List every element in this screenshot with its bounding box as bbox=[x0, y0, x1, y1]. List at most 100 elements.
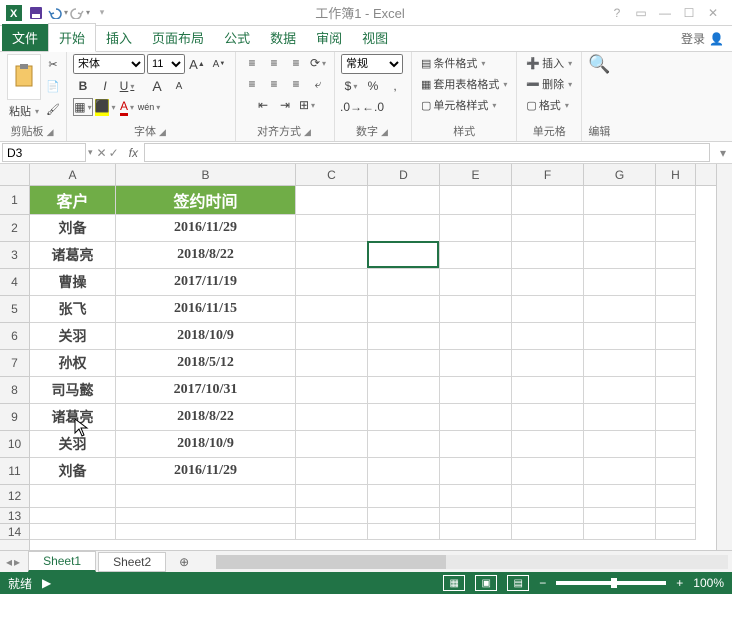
cell-A6[interactable]: 关羽 bbox=[30, 323, 116, 350]
row-header-11[interactable]: 11 bbox=[0, 458, 29, 485]
cancel-formula-icon[interactable]: ✕ bbox=[97, 146, 107, 160]
help-icon[interactable]: ? bbox=[608, 6, 626, 20]
grid-body[interactable]: 客户签约时间刘备2016/11/29诸葛亮2018/8/22曹操2017/11/… bbox=[30, 186, 716, 550]
cell-B1[interactable]: 签约时间 bbox=[116, 186, 296, 215]
cell-G10[interactable] bbox=[584, 431, 656, 458]
zoom-slider[interactable] bbox=[556, 581, 666, 585]
cell-B4[interactable]: 2017/11/19 bbox=[116, 269, 296, 296]
macro-record-icon[interactable]: ▶ bbox=[42, 576, 51, 590]
cell-A1[interactable]: 客户 bbox=[30, 186, 116, 215]
name-box[interactable] bbox=[2, 143, 86, 162]
cell-F3[interactable] bbox=[512, 242, 584, 269]
cell-B9[interactable]: 2018/8/22 bbox=[116, 404, 296, 431]
maximize-icon[interactable]: ☐ bbox=[680, 6, 698, 20]
cell-H14[interactable] bbox=[656, 524, 696, 540]
cell-H1[interactable] bbox=[656, 186, 696, 215]
cell-H8[interactable] bbox=[656, 377, 696, 404]
cell-E13[interactable] bbox=[440, 508, 512, 524]
cell-E1[interactable] bbox=[440, 186, 512, 215]
cell-D13[interactable] bbox=[368, 508, 440, 524]
cell-E5[interactable] bbox=[440, 296, 512, 323]
cell-E11[interactable] bbox=[440, 458, 512, 485]
fill-color-button[interactable]: ⬛ bbox=[95, 98, 115, 116]
col-header-B[interactable]: B bbox=[116, 164, 296, 185]
cell-E7[interactable] bbox=[440, 350, 512, 377]
cell-G4[interactable] bbox=[584, 269, 656, 296]
shrink-font-icon[interactable]: A▼ bbox=[209, 55, 229, 73]
cell-C3[interactable] bbox=[296, 242, 368, 269]
undo-icon[interactable] bbox=[48, 3, 68, 23]
cell-C5[interactable] bbox=[296, 296, 368, 323]
formula-bar[interactable] bbox=[144, 143, 710, 162]
cell-D11[interactable] bbox=[368, 458, 440, 485]
col-header-F[interactable]: F bbox=[512, 164, 584, 185]
cell-D14[interactable] bbox=[368, 524, 440, 540]
decrease-decimal-icon[interactable]: ←.0 bbox=[363, 98, 383, 116]
horizontal-scrollbar[interactable] bbox=[216, 555, 728, 569]
tab-layout[interactable]: 页面布局 bbox=[142, 24, 214, 51]
cell-D6[interactable] bbox=[368, 323, 440, 350]
cell-E3[interactable] bbox=[440, 242, 512, 269]
tab-review[interactable]: 审阅 bbox=[306, 24, 352, 51]
cell-A3[interactable]: 诸葛亮 bbox=[30, 242, 116, 269]
row-header-8[interactable]: 8 bbox=[0, 377, 29, 404]
align-middle-icon[interactable]: ≡ bbox=[264, 54, 284, 72]
sheet-nav-next-icon[interactable]: ▸ bbox=[14, 555, 20, 569]
decrease-indent-icon[interactable]: ⇤ bbox=[253, 96, 273, 114]
cell-B12[interactable] bbox=[116, 485, 296, 508]
cell-B11[interactable]: 2016/11/29 bbox=[116, 458, 296, 485]
cell-A4[interactable]: 曹操 bbox=[30, 269, 116, 296]
cell-A11[interactable]: 刘备 bbox=[30, 458, 116, 485]
phonetic-button[interactable]: wén bbox=[139, 98, 159, 116]
cell-B3[interactable]: 2018/8/22 bbox=[116, 242, 296, 269]
row-header-12[interactable]: 12 bbox=[0, 485, 29, 508]
cell-D9[interactable] bbox=[368, 404, 440, 431]
cell-A8[interactable]: 司马懿 bbox=[30, 377, 116, 404]
cell-E8[interactable] bbox=[440, 377, 512, 404]
cell-E9[interactable] bbox=[440, 404, 512, 431]
cell-C1[interactable] bbox=[296, 186, 368, 215]
cell-G2[interactable] bbox=[584, 215, 656, 242]
align-bottom-icon[interactable]: ≡ bbox=[286, 54, 306, 72]
row-header-1[interactable]: 1 bbox=[0, 186, 29, 215]
vertical-scrollbar[interactable] bbox=[716, 164, 732, 550]
row-header-5[interactable]: 5 bbox=[0, 296, 29, 323]
tab-formula[interactable]: 公式 bbox=[214, 24, 260, 51]
cell-F4[interactable] bbox=[512, 269, 584, 296]
cell-D2[interactable] bbox=[368, 215, 440, 242]
paste-button[interactable] bbox=[7, 54, 41, 100]
cell-C13[interactable] bbox=[296, 508, 368, 524]
cell-C10[interactable] bbox=[296, 431, 368, 458]
shrink-font-button[interactable]: A bbox=[169, 77, 189, 95]
format-painter-icon[interactable]: 🖌 bbox=[46, 103, 60, 116]
ribbon-options-icon[interactable]: ▭ bbox=[632, 6, 650, 20]
cell-C14[interactable] bbox=[296, 524, 368, 540]
find-icon[interactable]: 🔍 bbox=[588, 54, 610, 75]
cell-H9[interactable] bbox=[656, 404, 696, 431]
cell-G8[interactable] bbox=[584, 377, 656, 404]
cell-G6[interactable] bbox=[584, 323, 656, 350]
number-launcher-icon[interactable]: ◢ bbox=[381, 127, 390, 137]
cell-D4[interactable] bbox=[368, 269, 440, 296]
add-sheet-button[interactable]: ⊕ bbox=[172, 555, 196, 569]
align-center-icon[interactable]: ≡ bbox=[264, 75, 284, 93]
select-all-corner[interactable] bbox=[0, 164, 30, 186]
cell-D10[interactable] bbox=[368, 431, 440, 458]
zoom-out-button[interactable]: − bbox=[539, 576, 546, 590]
sheet-nav-prev-icon[interactable]: ◂ bbox=[6, 555, 12, 569]
increase-indent-icon[interactable]: ⇥ bbox=[275, 96, 295, 114]
cell-H11[interactable] bbox=[656, 458, 696, 485]
cell-B14[interactable] bbox=[116, 524, 296, 540]
font-name-select[interactable]: 宋体 bbox=[73, 54, 145, 74]
row-header-7[interactable]: 7 bbox=[0, 350, 29, 377]
row-header-3[interactable]: 3 bbox=[0, 242, 29, 269]
cell-F5[interactable] bbox=[512, 296, 584, 323]
cell-E10[interactable] bbox=[440, 431, 512, 458]
cell-G5[interactable] bbox=[584, 296, 656, 323]
cell-G11[interactable] bbox=[584, 458, 656, 485]
cell-F11[interactable] bbox=[512, 458, 584, 485]
cell-A14[interactable] bbox=[30, 524, 116, 540]
cell-C6[interactable] bbox=[296, 323, 368, 350]
cell-G12[interactable] bbox=[584, 485, 656, 508]
cell-E6[interactable] bbox=[440, 323, 512, 350]
